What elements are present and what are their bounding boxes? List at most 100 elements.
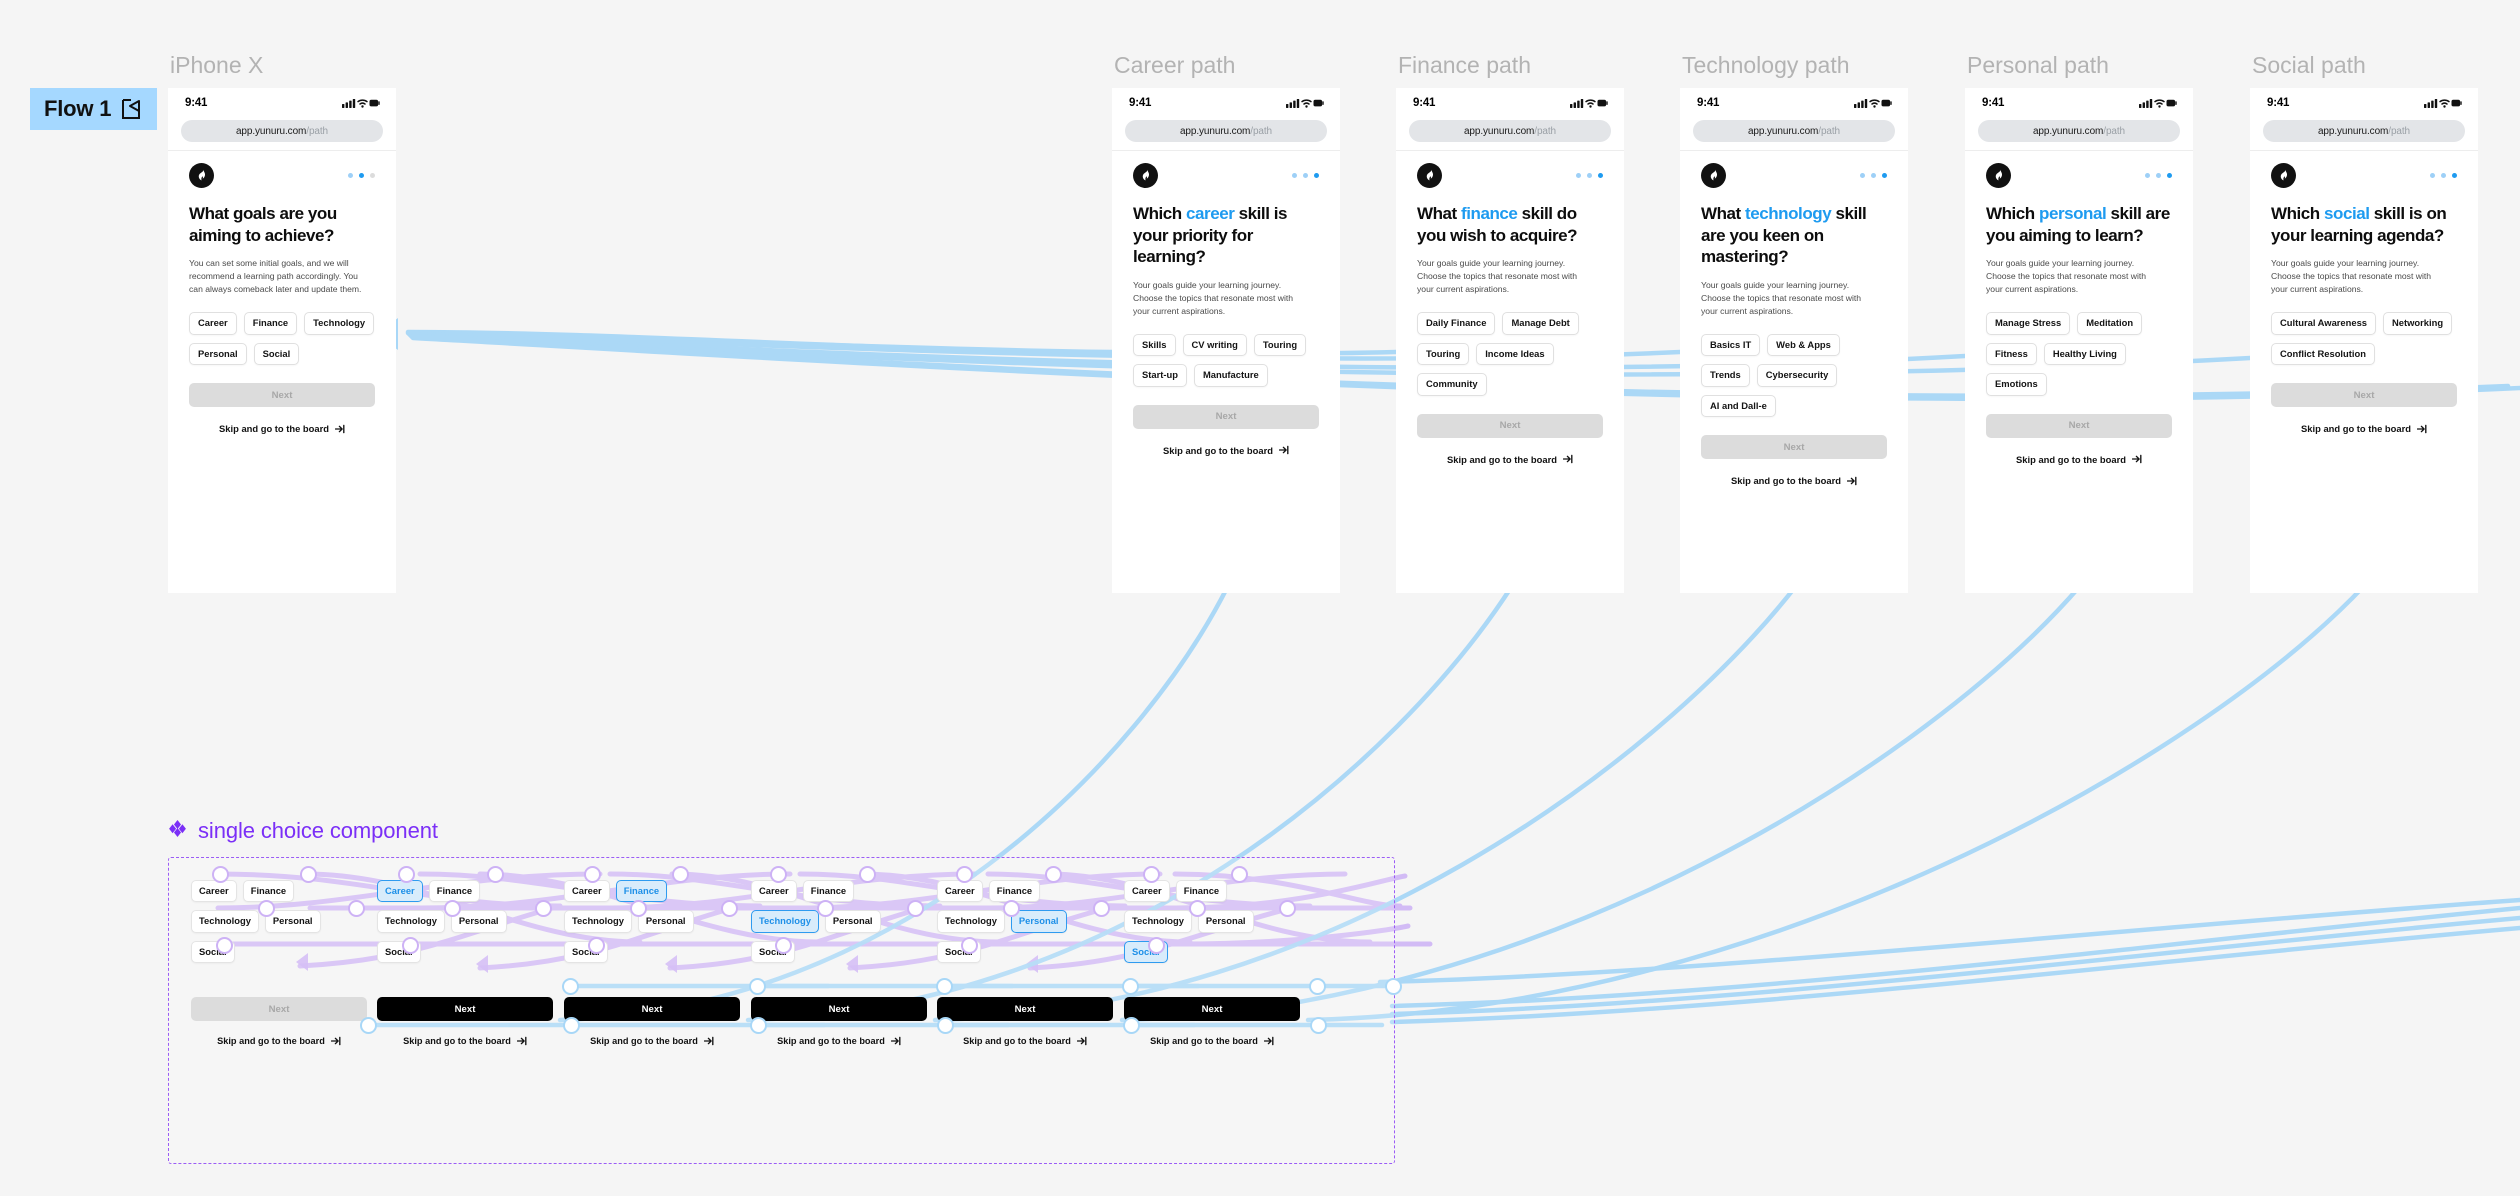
connector-endpoint-knob[interactable] (672, 866, 689, 883)
connector-endpoint-knob[interactable] (936, 978, 953, 995)
skip-to-board-link[interactable]: Skip and go to the board (1986, 454, 2172, 465)
connector-endpoint-knob[interactable] (907, 900, 924, 917)
connector-endpoint-knob[interactable] (398, 866, 415, 883)
connector-endpoint-knob[interactable] (1143, 866, 1160, 883)
connector-endpoint-knob[interactable] (1310, 1017, 1327, 1034)
connector-endpoint-knob[interactable] (212, 866, 229, 883)
skip-to-board-link[interactable]: Skip and go to the board (1417, 454, 1603, 465)
skip-to-board-link[interactable]: Skip and go to the board (189, 423, 375, 434)
next-button[interactable]: Next (1417, 413, 1603, 438)
variant-next-button[interactable]: Next (564, 997, 740, 1021)
choice-chip[interactable]: Social (253, 342, 300, 366)
browser-url-bar[interactable]: app.yunuru.com/path (2263, 120, 2465, 142)
connector-endpoint-knob[interactable] (584, 866, 601, 883)
browser-url-bar[interactable]: app.yunuru.com/path (1409, 120, 1611, 142)
variant-choice-chip[interactable]: Career (937, 880, 983, 903)
skip-to-board-link[interactable]: Skip and go to the board (2271, 423, 2457, 434)
variant-choice-chip[interactable]: Technology (191, 910, 259, 933)
choice-chip[interactable]: Networking (2383, 312, 2453, 335)
choice-chip[interactable]: Daily Finance (1417, 312, 1496, 335)
connector-endpoint-knob[interactable] (956, 866, 973, 883)
choice-chip[interactable]: Healthy Living (2043, 342, 2126, 366)
variant-choice-chip[interactable]: Career (191, 880, 237, 903)
flow-badge[interactable]: Flow 1 (30, 88, 157, 130)
variant-skip-link[interactable]: Skip and go to the board (751, 1036, 927, 1046)
skip-to-board-link[interactable]: Skip and go to the board (1701, 475, 1887, 486)
variant-next-button[interactable]: Next (1124, 997, 1300, 1021)
choice-chip[interactable]: Trends (1701, 364, 1750, 387)
skip-to-board-link[interactable]: Skip and go to the board (1133, 445, 1319, 456)
choice-chip[interactable]: Manage Debt (1502, 312, 1579, 335)
connector-endpoint-knob[interactable] (300, 866, 317, 883)
browser-url-bar[interactable]: app.yunuru.com/path (181, 120, 383, 142)
choice-chip[interactable]: Finance (243, 312, 298, 335)
connector-endpoint-knob[interactable] (348, 900, 365, 917)
variant-choice-chip[interactable]: Personal (1010, 910, 1067, 933)
variant-next-button[interactable]: Next (377, 997, 553, 1021)
choice-chip[interactable]: Cybersecurity (1756, 364, 1838, 387)
next-button[interactable]: Next (1701, 435, 1887, 460)
connector-endpoint-knob[interactable] (1385, 978, 1402, 995)
browser-url-bar[interactable]: app.yunuru.com/path (1978, 120, 2180, 142)
connector-endpoint-knob[interactable] (535, 900, 552, 917)
variant-choice-chip[interactable]: Finance (1175, 880, 1228, 903)
choice-chip[interactable]: Start-up (1133, 364, 1187, 387)
connector-endpoint-knob[interactable] (1189, 900, 1206, 917)
connector-endpoint-knob[interactable] (1309, 978, 1326, 995)
variant-choice-chip[interactable]: Career (564, 880, 610, 903)
connector-endpoint-knob[interactable] (775, 937, 792, 954)
choice-chip[interactable]: Touring (1253, 333, 1307, 357)
variant-choice-chip[interactable]: Personal (264, 910, 321, 933)
connector-endpoint-knob[interactable] (360, 1017, 377, 1034)
choice-chip[interactable]: Touring (1417, 342, 1470, 366)
choice-chip[interactable]: Manage Stress (1986, 312, 2071, 335)
variant-skip-link[interactable]: Skip and go to the board (191, 1036, 367, 1046)
variant-skip-link[interactable]: Skip and go to the board (937, 1036, 1113, 1046)
variant-choice-chip[interactable]: Technology (1124, 910, 1192, 933)
next-button[interactable]: Next (1133, 404, 1319, 429)
variant-choice-chip[interactable]: Technology (751, 910, 819, 933)
connector-endpoint-knob[interactable] (859, 866, 876, 883)
choice-chip[interactable]: Personal (189, 342, 247, 366)
variant-choice-chip[interactable]: Personal (637, 910, 694, 933)
choice-chip[interactable]: Career (189, 312, 237, 335)
connector-endpoint-knob[interactable] (487, 866, 504, 883)
connector-endpoint-knob[interactable] (1123, 1017, 1140, 1034)
next-button[interactable]: Next (189, 383, 375, 408)
variant-choice-chip[interactable]: Finance (615, 880, 668, 903)
connector-endpoint-knob[interactable] (444, 900, 461, 917)
connector-endpoint-knob[interactable] (770, 866, 787, 883)
variant-choice-chip[interactable]: Technology (564, 910, 632, 933)
variant-choice-chip[interactable]: Finance (428, 880, 481, 903)
connector-endpoint-knob[interactable] (588, 937, 605, 954)
next-button[interactable]: Next (2271, 383, 2457, 408)
choice-chip[interactable]: Skills (1133, 333, 1176, 357)
choice-chip[interactable]: Community (1417, 373, 1487, 396)
frame-title[interactable]: Finance path (1398, 52, 1531, 79)
connector-endpoint-knob[interactable] (750, 1017, 767, 1034)
connector-endpoint-knob[interactable] (817, 900, 834, 917)
connector-endpoint-knob[interactable] (1003, 900, 1020, 917)
browser-url-bar[interactable]: app.yunuru.com/path (1125, 120, 1327, 142)
variant-choice-chip[interactable]: Technology (377, 910, 445, 933)
variant-next-button[interactable]: Next (191, 997, 367, 1021)
frame-title[interactable]: iPhone X (170, 52, 263, 79)
choice-chip[interactable]: Web & Apps (1767, 333, 1840, 357)
variant-next-button[interactable]: Next (751, 997, 927, 1021)
variant-skip-link[interactable]: Skip and go to the board (564, 1036, 740, 1046)
connector-endpoint-knob[interactable] (1231, 866, 1248, 883)
connector-endpoint-knob[interactable] (1045, 866, 1062, 883)
connector-endpoint-knob[interactable] (749, 978, 766, 995)
connector-endpoint-knob[interactable] (258, 900, 275, 917)
connector-endpoint-knob[interactable] (630, 900, 647, 917)
choice-chip[interactable]: Income Ideas (1476, 342, 1554, 366)
choice-chip[interactable]: Fitness (1986, 342, 2037, 366)
choice-chip[interactable]: Manufacture (1193, 364, 1268, 387)
connector-endpoint-knob[interactable] (402, 937, 419, 954)
frame-title[interactable]: Career path (1114, 52, 1235, 79)
connector-endpoint-knob[interactable] (1093, 900, 1110, 917)
connector-endpoint-knob[interactable] (721, 900, 738, 917)
connector-endpoint-knob[interactable] (1279, 900, 1296, 917)
connector-endpoint-knob[interactable] (563, 1017, 580, 1034)
variant-choice-chip[interactable]: Technology (937, 910, 1005, 933)
